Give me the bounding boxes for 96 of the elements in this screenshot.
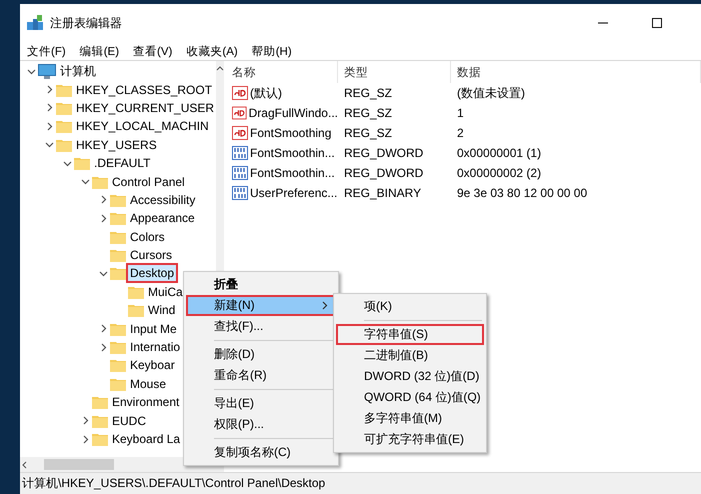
folder-icon bbox=[110, 322, 126, 336]
tree-item[interactable]: Keyboard La bbox=[110, 431, 182, 447]
menu-item[interactable]: 多字符串值(M) bbox=[336, 408, 484, 429]
column-header[interactable]: 类型 bbox=[338, 61, 451, 83]
string-value-icon bbox=[232, 106, 247, 120]
folder-icon bbox=[74, 156, 90, 170]
folder-icon bbox=[128, 303, 144, 318]
value-name: DragFullWindo... bbox=[226, 103, 338, 123]
string-value-icon bbox=[232, 86, 248, 100]
chevron-down-icon[interactable] bbox=[26, 66, 36, 76]
folder-icon bbox=[110, 376, 126, 391]
string-value-icon bbox=[232, 126, 248, 140]
tree-item[interactable]: Wind bbox=[146, 302, 178, 318]
folder-icon bbox=[92, 432, 108, 446]
tree-item[interactable]: Input Me bbox=[128, 320, 179, 337]
menu-item[interactable]: 字符串值(S) bbox=[336, 324, 484, 345]
tree-item[interactable]: EUDC bbox=[110, 412, 148, 429]
chevron-down-icon[interactable] bbox=[98, 268, 108, 278]
menu-item[interactable]: 折叠 bbox=[186, 274, 336, 295]
tree-item[interactable]: HKEY_USERS bbox=[74, 136, 159, 153]
folder-icon bbox=[110, 340, 126, 354]
value-data: 9e 3e 03 80 12 00 00 00 bbox=[456, 185, 588, 202]
folder-icon bbox=[92, 174, 108, 189]
menu-bar-item[interactable]: 文件(F) bbox=[26, 44, 67, 58]
folder-icon bbox=[56, 82, 72, 97]
value-name: FontSmoothing bbox=[226, 123, 338, 143]
tree-item[interactable]: HKEY_CLASSES_ROOT bbox=[74, 82, 214, 98]
folder-icon bbox=[110, 266, 126, 280]
tree-item[interactable]: HKEY_CURRENT_USER bbox=[74, 100, 216, 116]
value-data: 0x00000002 (2) bbox=[456, 165, 542, 182]
menu-item[interactable]: 新建(N) bbox=[186, 295, 336, 316]
binary-value-icon bbox=[232, 146, 248, 160]
folder-icon bbox=[128, 284, 144, 299]
menu-item[interactable]: 复制项名称(C) bbox=[186, 442, 336, 463]
tree-item[interactable]: Internatio bbox=[128, 339, 182, 356]
menu-item[interactable]: 权限(P)... bbox=[186, 414, 336, 435]
value-type: REG_BINARY bbox=[343, 185, 422, 202]
column-header[interactable]: 数据 bbox=[451, 61, 701, 83]
folder-icon bbox=[56, 138, 72, 152]
tree-item[interactable]: .DEFAULT bbox=[92, 155, 152, 172]
menu-bar-item[interactable]: 编辑(E) bbox=[78, 44, 120, 58]
menu-item[interactable]: 项(K) bbox=[336, 296, 484, 317]
tree-item[interactable]: Keyboar bbox=[128, 357, 177, 374]
value-type: REG_SZ bbox=[343, 125, 394, 142]
tree-item[interactable]: MuiCa bbox=[146, 284, 185, 300]
value-data: 0x00000001 (1) bbox=[456, 145, 542, 162]
value-data: 2 bbox=[456, 125, 465, 142]
tree-item[interactable]: Control Panel bbox=[110, 174, 187, 190]
folder-icon bbox=[56, 100, 72, 115]
folder-icon bbox=[92, 395, 108, 410]
status-path: 计算机\HKEY_USERS\.DEFAULT\Control Panel\Desktop bbox=[22, 475, 326, 492]
folder-icon bbox=[110, 358, 126, 372]
value-name: FontSmoothin... bbox=[226, 163, 338, 183]
value-name: UserPreferenc... bbox=[226, 183, 338, 203]
tree-item[interactable]: Appearance bbox=[128, 210, 197, 226]
window-title: 注册表编辑器 bbox=[50, 14, 123, 32]
menu-item[interactable]: 可扩充字符串值(E) bbox=[336, 429, 484, 450]
tree-item[interactable]: Mouse bbox=[128, 376, 168, 392]
binary-value-icon bbox=[232, 186, 248, 200]
value-type: REG_SZ bbox=[343, 105, 394, 122]
column-header[interactable]: 名称 bbox=[226, 61, 338, 83]
menu-item[interactable]: 重命名(R) bbox=[186, 365, 336, 386]
menu-item[interactable]: 二进制值(B) bbox=[336, 345, 484, 366]
folder-icon bbox=[110, 211, 126, 226]
tree-item[interactable]: 计算机 bbox=[58, 62, 98, 81]
computer-icon bbox=[38, 64, 56, 79]
value-data: 1 bbox=[456, 105, 465, 122]
value-name: FontSmoothin... bbox=[226, 143, 338, 163]
folder-icon bbox=[110, 248, 126, 262]
folder-icon bbox=[56, 119, 72, 134]
folder-icon bbox=[92, 414, 108, 428]
value-type: REG_DWORD bbox=[343, 145, 424, 162]
value-type: REG_SZ bbox=[343, 85, 394, 102]
tree-item[interactable]: Desktop bbox=[128, 265, 176, 282]
menu-item[interactable]: 查找(F)... bbox=[186, 316, 336, 337]
menu-bar-item[interactable]: 查看(V) bbox=[132, 44, 174, 58]
value-data: (数值未设置) bbox=[456, 84, 526, 102]
chevron-right-icon bbox=[322, 301, 328, 310]
menu-bar-item[interactable]: 帮助(H) bbox=[250, 44, 293, 58]
maximize-icon bbox=[652, 18, 662, 28]
menu-item[interactable]: QWORD (64 位)值(Q) bbox=[336, 387, 484, 408]
menu-bar-item[interactable]: 收藏夹(A) bbox=[185, 44, 239, 58]
binary-value-icon bbox=[232, 166, 248, 180]
tree-item[interactable]: Accessibility bbox=[128, 192, 198, 208]
tree-item[interactable]: HKEY_LOCAL_MACHIN bbox=[74, 118, 211, 134]
folder-icon bbox=[110, 230, 126, 244]
value-type: REG_DWORD bbox=[343, 165, 424, 182]
menu-item[interactable]: 导出(E) bbox=[186, 393, 336, 414]
menu-item[interactable]: 删除(D) bbox=[186, 344, 336, 365]
menu-item[interactable]: DWORD (32 位)值(D) bbox=[336, 366, 484, 387]
registry-editor-icon bbox=[26, 14, 44, 32]
tree-item[interactable]: Colors bbox=[128, 228, 167, 245]
value-name: (默认) bbox=[226, 83, 338, 103]
tree-item[interactable]: Cursors bbox=[128, 247, 174, 264]
tree-item[interactable]: Environment bbox=[110, 394, 182, 410]
folder-icon bbox=[110, 192, 126, 207]
